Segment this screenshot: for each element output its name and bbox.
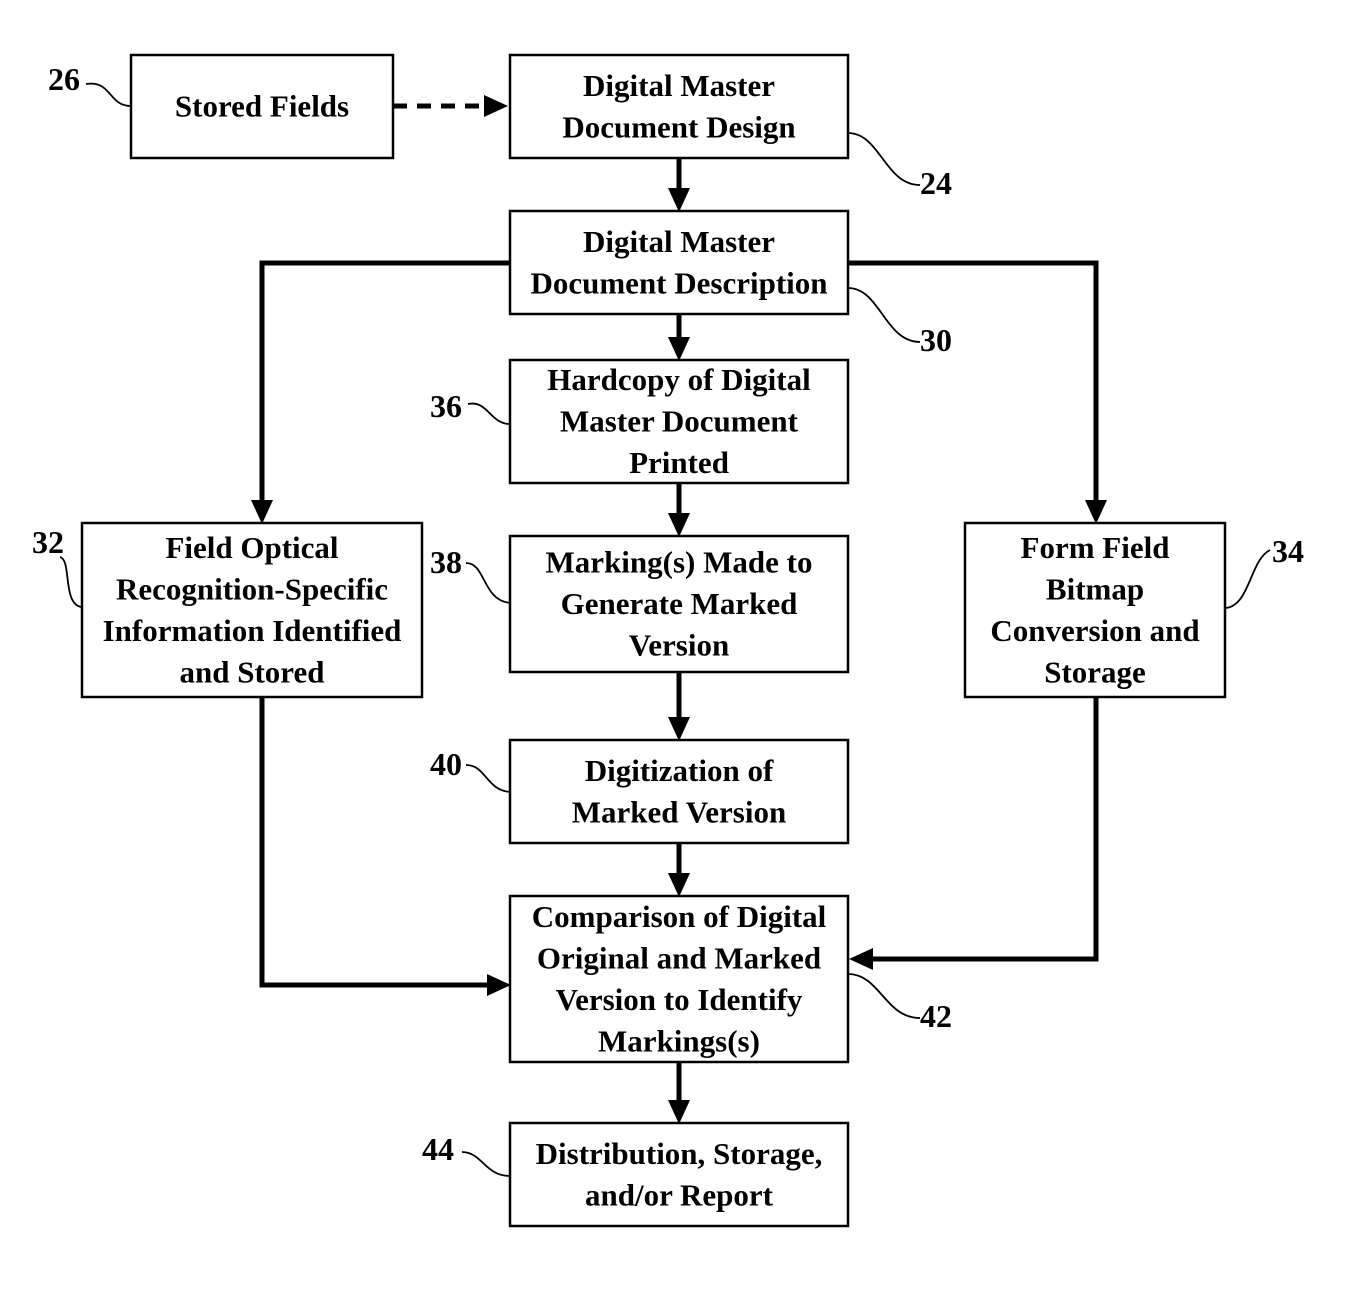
leader-line xyxy=(847,132,921,186)
leader-line xyxy=(59,556,83,608)
edge-30-to-32 xyxy=(251,260,510,524)
arrowhead-icon xyxy=(1085,500,1107,524)
node-label-line: and/or Report xyxy=(585,1177,774,1212)
leader-line xyxy=(847,287,921,343)
reference-number: 40 xyxy=(430,746,462,782)
edge-38-to-40 xyxy=(668,672,690,741)
edge-line xyxy=(259,697,487,988)
node-label-line: Digitization of xyxy=(585,753,774,788)
reference-number: 24 xyxy=(920,165,952,201)
node-40: Digitization of Marked Version xyxy=(508,738,850,845)
node-label-line: Recognition-Specific xyxy=(116,571,388,606)
arrowhead-icon xyxy=(849,948,873,970)
edge-34-to-42 xyxy=(849,697,1099,970)
node-label-line: Marked Version xyxy=(572,794,786,829)
leader-line xyxy=(465,562,511,604)
node-label-line: Hardcopy of Digital xyxy=(547,362,811,397)
edge-24-to-30 xyxy=(668,158,690,212)
node-label-line: Original and Marked xyxy=(537,940,821,975)
edge-40-to-42 xyxy=(668,843,690,897)
node-42: Comparison of Digital Original and Marked… xyxy=(508,894,850,1064)
node-label-line: Printed xyxy=(629,445,729,480)
node-label-line: Document Design xyxy=(562,109,795,144)
node-label-line: Master Document xyxy=(560,404,799,439)
node-32: Field Optical Recognition-Specific Informa… xyxy=(80,521,424,699)
node-label-line: Marking(s) Made to xyxy=(546,545,813,580)
node-label-line: Field Optical xyxy=(165,530,338,565)
reference-number: 26 xyxy=(48,61,80,97)
flowchart-diagram: Stored Fields Digital Master Document Desi… xyxy=(32,53,1304,1228)
arrowhead-icon xyxy=(668,1100,690,1124)
arrowhead-icon xyxy=(668,717,690,741)
node-label-line: and Stored xyxy=(180,654,325,689)
node-label-line: Document Description xyxy=(530,265,827,300)
node-44: Distribution, Storage, and/or Report xyxy=(508,1121,850,1228)
leader-line xyxy=(467,402,511,425)
edge-36-to-38 xyxy=(668,483,690,537)
arrowhead-icon xyxy=(251,500,273,524)
node-label-line: Version xyxy=(629,628,729,663)
node-label-line: Distribution, Storage, xyxy=(536,1136,823,1171)
leader-line xyxy=(85,82,132,107)
nodes-layer: Stored Fields Digital Master Document Desi… xyxy=(80,53,1227,1228)
edge-30-to-34 xyxy=(848,260,1107,524)
edge-line xyxy=(848,260,1099,500)
reference-number: 44 xyxy=(422,1131,454,1167)
edge-26-to-24 xyxy=(393,95,508,117)
node-38: Marking(s) Made to Generate Marked Version xyxy=(508,534,850,674)
node-label-line: Conversion and xyxy=(990,613,1199,648)
reference-number: 30 xyxy=(920,322,952,358)
edge-line xyxy=(873,697,1099,962)
leader-line xyxy=(847,973,921,1019)
node-label-line: Storage xyxy=(1044,654,1146,689)
arrowhead-icon xyxy=(487,974,511,996)
reference-number: 42 xyxy=(920,998,952,1034)
leader-line xyxy=(1225,549,1271,609)
leader-line xyxy=(461,1151,511,1177)
node-36: Hardcopy of Digital Master Document Printe… xyxy=(508,358,850,485)
leader-line xyxy=(465,764,511,793)
node-label-line: Information Identified xyxy=(103,613,402,648)
node-label-line: Stored Fields xyxy=(175,89,349,124)
node-label-line: Generate Marked xyxy=(561,586,798,621)
reference-number: 32 xyxy=(32,524,64,560)
node-30: Digital Master Document Description xyxy=(508,209,850,316)
node-34: Form Field Bitmap Conversion and Storage xyxy=(963,521,1227,699)
node-label-line: Comparison of Digital xyxy=(532,899,827,934)
edge-line xyxy=(259,260,510,500)
reference-number: 38 xyxy=(430,544,462,580)
node-label-line: Form Field xyxy=(1021,530,1170,565)
node-label-line: Version to Identify xyxy=(556,982,803,1017)
arrowhead-icon xyxy=(484,95,508,117)
arrowhead-icon xyxy=(668,337,690,361)
node-label-line: Bitmap xyxy=(1046,571,1144,606)
reference-number: 36 xyxy=(430,388,462,424)
edge-42-to-44 xyxy=(668,1062,690,1124)
edge-30-to-36 xyxy=(668,314,690,361)
arrowhead-icon xyxy=(668,513,690,537)
arrowhead-icon xyxy=(668,873,690,897)
node-label-line: Digital Master xyxy=(583,68,775,103)
node-24: Digital Master Document Design xyxy=(508,53,850,160)
node-26: Stored Fields xyxy=(129,53,395,160)
reference-number: 34 xyxy=(1272,533,1304,569)
node-label-line: Digital Master xyxy=(583,224,775,259)
edge-32-to-42 xyxy=(259,697,511,996)
node-label-line: Markings(s) xyxy=(598,1023,760,1058)
arrowhead-icon xyxy=(668,188,690,212)
